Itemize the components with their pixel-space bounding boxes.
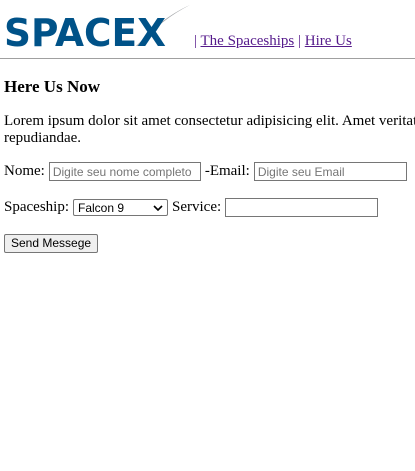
contact-row: Nome: -Email: (4, 162, 411, 181)
spacex-logo[interactable]: SPACEX (4, 4, 192, 55)
service-input[interactable] (225, 198, 379, 217)
site-header: SPACEX | The Spaceships | Hire Us (0, 0, 415, 58)
spaceship-row: Spaceship: Falcon 9 Service: (4, 198, 382, 217)
main-nav: | The Spaceships | Hire Us (194, 33, 352, 50)
logo-text: SPACEX (4, 11, 166, 48)
spaceship-label: Spaceship: (4, 199, 69, 215)
page-heading: Here Us Now (4, 77, 100, 96)
email-input[interactable] (253, 162, 407, 181)
nome-label: Nome: (4, 163, 45, 179)
header-divider (0, 58, 415, 59)
email-label: -Email: (204, 163, 250, 179)
nav-link-hire-us[interactable]: Hire Us (305, 33, 352, 49)
send-message-button[interactable]: Send Messege (4, 234, 99, 253)
chevron-down-icon (153, 204, 163, 211)
nav-link-spaceships[interactable]: The Spaceships (201, 33, 295, 49)
spaceship-select[interactable]: Falcon 9 (73, 199, 168, 216)
spaceship-selected-value: Falcon 9 (78, 200, 125, 215)
nome-input[interactable] (48, 162, 201, 181)
intro-paragraph: Lorem ipsum dolor sit amet consectetur a… (4, 113, 415, 146)
submit-row: Send Messege (4, 234, 99, 253)
nav-separator: | (194, 33, 198, 49)
nav-separator: | (297, 33, 301, 49)
service-label: Service: (172, 199, 222, 215)
